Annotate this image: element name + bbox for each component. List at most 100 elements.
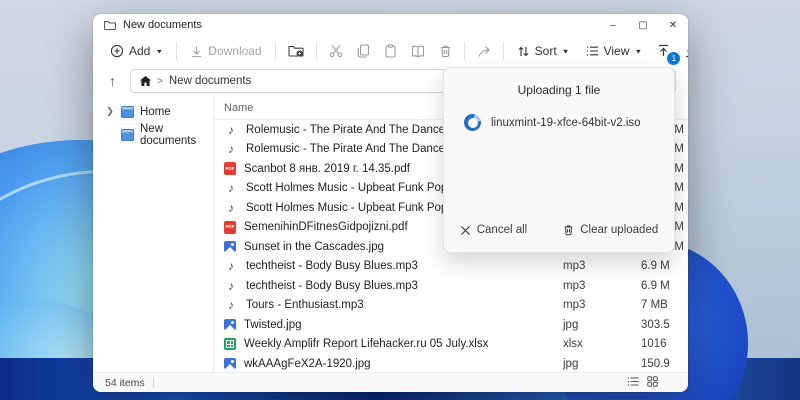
sidebar-item-label: New documents — [140, 122, 197, 147]
minimize-button[interactable]: – — [598, 14, 628, 36]
file-size-fragment: M — [674, 162, 684, 175]
maximize-button[interactable]: ▢ — [628, 14, 658, 36]
view-button[interactable]: View ▼ — [579, 40, 650, 62]
delete-button[interactable] — [433, 40, 458, 62]
file-type: xlsx — [563, 338, 583, 351]
file-size-fragment: M — [674, 182, 684, 195]
download-icon — [686, 50, 688, 58]
file-name: wkAAAgFeX2A-1920.jpg — [244, 357, 371, 370]
scissors-icon — [329, 45, 342, 58]
chevron-down-icon: ▼ — [634, 47, 643, 55]
file-size-fragment: M — [674, 201, 684, 214]
open-book-icon — [411, 45, 424, 58]
jpg-icon — [224, 358, 236, 370]
mp3-icon: ♪ — [228, 278, 234, 293]
folder-plus-icon — [288, 45, 304, 57]
file-row[interactable]: ♪ techtheist - Body Busy Blues.mp3 mp3 6… — [214, 257, 688, 277]
file-row[interactable]: wkAAAgFeX2A-1920.jpg jpg 150.9 — [214, 354, 688, 372]
file-name: Scott Holmes Music - Upbeat Funk Pop.mp3 — [246, 182, 473, 195]
rename-button[interactable] — [405, 41, 431, 62]
file-size: 303.5 — [641, 318, 670, 331]
file-size-fragment: M — [674, 240, 684, 253]
file-row[interactable]: ♪ Tours - Enthusiast.mp3 mp3 7 MB — [214, 296, 688, 316]
file-type: jpg — [563, 318, 579, 331]
mp3-icon: ♪ — [228, 298, 234, 313]
copy-icon — [357, 44, 369, 58]
breadcrumb-separator: > — [157, 75, 163, 87]
file-name: Sunset in the Cascades.jpg — [244, 240, 385, 253]
file-name: Rolemusic - The Pirate And The Dancer.mp… — [246, 143, 474, 156]
download-status-button[interactable] — [678, 40, 688, 62]
home-icon — [140, 76, 151, 86]
file-type: mp3 — [563, 299, 586, 312]
uploading-file-row: linuxmint-19-xfce-64bit-v2.iso — [464, 114, 674, 131]
upload-status-button[interactable]: 1 — [651, 40, 681, 65]
jpg-icon — [224, 319, 236, 331]
file-row[interactable]: Twisted.jpg jpg 303.5 — [214, 315, 688, 335]
upload-popup-footer: Cancel all Clear uploaded — [444, 221, 674, 252]
blue-folder-icon — [121, 128, 134, 141]
file-size: 6.9 M — [641, 260, 670, 273]
jpg-icon — [224, 241, 236, 253]
list-view-icon — [586, 45, 599, 57]
sort-button[interactable]: Sort ▼ — [510, 40, 577, 62]
items-count: 54 items — [105, 376, 145, 389]
progress-spinner-icon — [464, 114, 481, 131]
add-button[interactable]: Add ▼ — [103, 40, 170, 62]
folder-icon — [104, 20, 116, 30]
share-button[interactable] — [471, 41, 497, 62]
file-name: techtheist - Body Busy Blues.mp3 — [246, 260, 418, 273]
close-button[interactable]: ✕ — [658, 14, 688, 36]
clear-uploaded-button[interactable]: Clear uploaded — [558, 221, 663, 239]
toolbar: Add ▼ Download Sort ▼ View ▼ 1 — [93, 36, 688, 66]
file-row[interactable]: ♪ techtheist - Body Busy Blues.mp3 mp3 6… — [214, 276, 688, 296]
mp3-icon: ♪ — [228, 259, 234, 274]
window-title: New documents — [123, 19, 202, 31]
download-icon — [190, 45, 203, 58]
cut-button[interactable] — [323, 40, 349, 62]
download-button[interactable]: Download — [183, 40, 268, 62]
file-name: Scanbot 8 янв. 2019 г. 14.35.pdf — [244, 162, 410, 175]
sidebar: ❯ Home New documents — [93, 96, 213, 372]
toolbar-separator — [315, 42, 317, 60]
upload-progress-popup: Uploading 1 file linuxmint-19-xfce-64bit… — [443, 67, 675, 253]
grid-view-icon[interactable] — [647, 375, 658, 390]
file-manager-window: New documents – ▢ ✕ Add ▼ Download Sort … — [93, 14, 688, 392]
toolbar-separator — [274, 42, 276, 60]
paste-button[interactable] — [378, 40, 403, 62]
file-type: jpg — [563, 357, 579, 370]
xlsx-icon — [224, 338, 236, 351]
circle-plus-icon — [110, 44, 124, 58]
breadcrumb-path[interactable]: New documents — [169, 75, 251, 87]
blue-folder-icon — [121, 105, 134, 118]
title-bar: New documents – ▢ ✕ — [93, 14, 688, 36]
mp3-icon: ♪ — [228, 142, 234, 157]
file-name: Rolemusic - The Pirate And The Dancer.mp… — [246, 123, 474, 136]
up-arrow-button[interactable]: ↑ — [103, 72, 122, 90]
mp3-icon: ♪ — [228, 122, 234, 137]
cancel-all-button[interactable]: Cancel all — [455, 221, 533, 239]
file-size-fragment: M — [674, 221, 684, 234]
pdf-icon: PDF — [224, 220, 236, 234]
file-type: mp3 — [563, 260, 586, 273]
toolbar-separator — [463, 42, 465, 60]
close-x-icon — [460, 225, 470, 235]
file-size: 7 MB — [641, 299, 668, 312]
sidebar-item-home[interactable]: ❯ Home — [97, 100, 209, 123]
status-divider — [152, 377, 154, 388]
trash-icon — [564, 225, 573, 236]
file-size: 6.9 M — [641, 279, 670, 292]
chevron-right-icon[interactable]: ❯ — [105, 106, 115, 117]
mp3-icon: ♪ — [228, 181, 234, 196]
toolbar-separator — [176, 42, 178, 60]
sort-arrows-icon — [517, 45, 530, 58]
file-row[interactable]: Weekly Amplifr Report Lifehacker.ru 05 J… — [214, 335, 688, 355]
upload-popup-title: Uploading 1 file — [517, 83, 601, 97]
new-folder-button[interactable] — [282, 40, 310, 62]
details-view-icon[interactable] — [627, 376, 639, 390]
file-name: SemenihinDFitnesGidpojizni.pdf — [244, 221, 408, 234]
sidebar-item-new-documents[interactable]: New documents — [97, 122, 209, 147]
file-size-fragment: M — [674, 123, 684, 136]
chevron-down-icon: ▼ — [155, 47, 164, 55]
copy-button[interactable] — [351, 40, 376, 62]
